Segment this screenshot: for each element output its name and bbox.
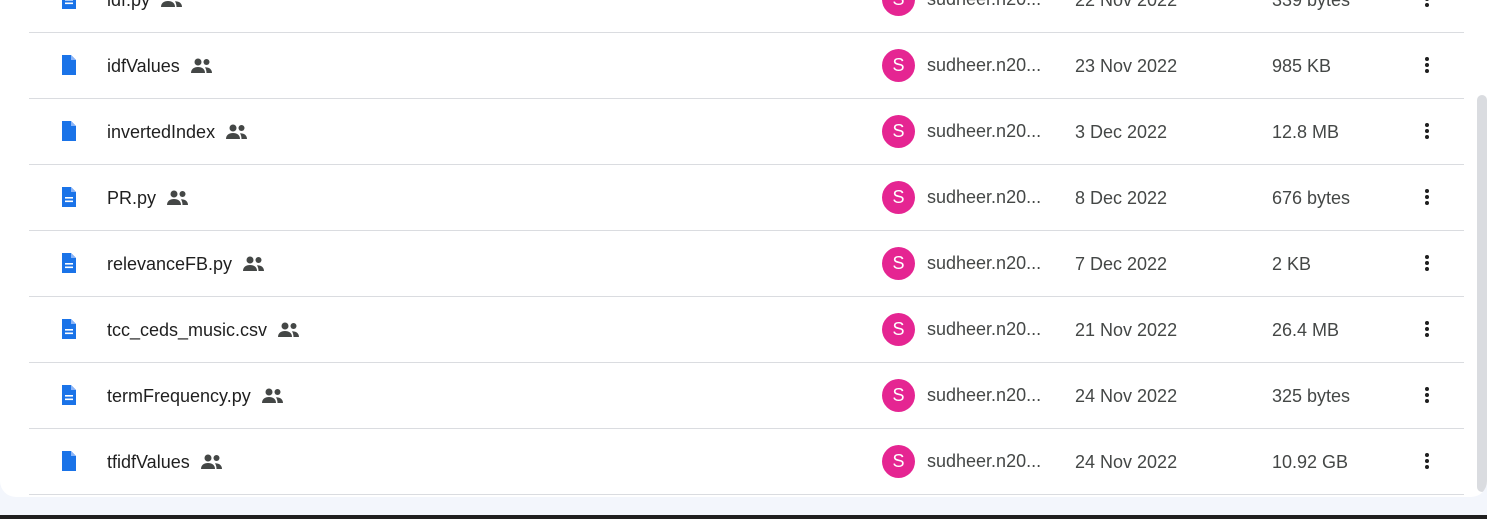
file-size: 325 bytes	[1272, 386, 1351, 406]
owner: Ssudheer.n20...	[882, 0, 1041, 16]
file-list-panel: idf.py Ssudheer.n20... 22 Nov 2022 339 b…	[0, 0, 1487, 497]
more-vert-icon	[1425, 57, 1429, 73]
shared-people-icon	[200, 454, 222, 469]
file-row[interactable]: PR.py Ssudheer.n20... 8 Dec 2022 676 byt…	[29, 165, 1464, 231]
owner-name: sudheer.n20...	[927, 319, 1042, 339]
file-list: idf.py Ssudheer.n20... 22 Nov 2022 339 b…	[29, 0, 1464, 495]
more-actions-button[interactable]	[1415, 251, 1439, 275]
doc-file-icon	[62, 253, 76, 273]
more-actions-button[interactable]	[1415, 383, 1439, 407]
shared-people-icon	[167, 190, 189, 205]
file-row[interactable]: tfidfValues Ssudheer.n20... 24 Nov 2022 …	[29, 429, 1464, 495]
owner-name: sudheer.n20...	[927, 385, 1042, 405]
file-name[interactable]: invertedIndex	[107, 121, 215, 143]
more-actions-button[interactable]	[1415, 0, 1439, 11]
owner-name: sudheer.n20...	[927, 451, 1042, 471]
shared-people-icon	[226, 124, 248, 139]
file-name[interactable]: idfValues	[107, 55, 180, 77]
shared-people-icon	[161, 1, 183, 7]
file-row[interactable]: relevanceFB.py Ssudheer.n20... 7 Dec 202…	[29, 231, 1464, 297]
owner-name: sudheer.n20...	[927, 55, 1042, 75]
file-name[interactable]: tfidfValues	[107, 451, 190, 473]
more-actions-button[interactable]	[1415, 185, 1439, 209]
file-size: 2 KB	[1272, 254, 1312, 274]
avatar: S	[882, 115, 915, 148]
more-vert-icon	[1425, 123, 1429, 139]
file-icon	[62, 451, 76, 471]
owner: Ssudheer.n20...	[882, 379, 1041, 412]
more-actions-button[interactable]	[1415, 119, 1439, 143]
owner: Ssudheer.n20...	[882, 181, 1041, 214]
more-actions-button[interactable]	[1415, 53, 1439, 77]
vertical-scrollbar[interactable]	[1477, 95, 1487, 492]
more-actions-button[interactable]	[1415, 317, 1439, 341]
doc-file-icon	[62, 319, 76, 339]
file-name[interactable]: idf.py	[107, 0, 150, 11]
avatar: S	[882, 181, 915, 214]
owner: Ssudheer.n20...	[882, 115, 1041, 148]
more-vert-icon	[1425, 321, 1429, 337]
modified-date: 21 Nov 2022	[1075, 320, 1178, 340]
file-name[interactable]: PR.py	[107, 187, 156, 209]
file-name[interactable]: relevanceFB.py	[107, 253, 232, 275]
avatar: S	[882, 49, 915, 82]
doc-file-icon	[62, 385, 76, 405]
file-size: 339 bytes	[1272, 0, 1351, 10]
owner: Ssudheer.n20...	[882, 445, 1041, 478]
modified-date: 24 Nov 2022	[1075, 386, 1178, 406]
modified-date: 24 Nov 2022	[1075, 452, 1178, 472]
modified-date: 3 Dec 2022	[1075, 122, 1168, 142]
owner-name: sudheer.n20...	[927, 187, 1042, 207]
more-vert-icon	[1425, 0, 1429, 7]
more-vert-icon	[1425, 255, 1429, 271]
file-size: 26.4 MB	[1272, 320, 1340, 340]
modified-date: 8 Dec 2022	[1075, 188, 1168, 208]
avatar: S	[882, 0, 915, 16]
file-row[interactable]: invertedIndex Ssudheer.n20... 3 Dec 2022…	[29, 99, 1464, 165]
owner: Ssudheer.n20...	[882, 247, 1041, 280]
file-size: 676 bytes	[1272, 188, 1351, 208]
file-row[interactable]: termFrequency.py Ssudheer.n20... 24 Nov …	[29, 363, 1464, 429]
file-name[interactable]: tcc_ceds_music.csv	[107, 319, 267, 341]
window-bottom-edge	[0, 515, 1487, 519]
shared-people-icon	[243, 256, 265, 271]
owner: Ssudheer.n20...	[882, 313, 1041, 346]
avatar: S	[882, 313, 915, 346]
avatar: S	[882, 379, 915, 412]
file-icon	[62, 55, 76, 75]
file-row[interactable]: idfValues Ssudheer.n20... 23 Nov 2022 98…	[29, 33, 1464, 99]
more-vert-icon	[1425, 387, 1429, 403]
file-size: 985 KB	[1272, 56, 1332, 76]
doc-file-icon	[62, 187, 76, 207]
owner-name: sudheer.n20...	[927, 253, 1042, 273]
owner-name: sudheer.n20...	[927, 121, 1042, 141]
more-vert-icon	[1425, 453, 1429, 469]
more-vert-icon	[1425, 189, 1429, 205]
shared-people-icon	[278, 322, 300, 337]
file-size: 10.92 GB	[1272, 452, 1349, 472]
avatar: S	[882, 247, 915, 280]
file-row[interactable]: idf.py Ssudheer.n20... 22 Nov 2022 339 b…	[29, 0, 1464, 33]
modified-date: 22 Nov 2022	[1075, 0, 1178, 10]
modified-date: 7 Dec 2022	[1075, 254, 1168, 274]
modified-date: 23 Nov 2022	[1075, 56, 1178, 76]
owner-name: sudheer.n20...	[927, 0, 1041, 10]
more-actions-button[interactable]	[1415, 449, 1439, 473]
file-row[interactable]: tcc_ceds_music.csv Ssudheer.n20... 21 No…	[29, 297, 1464, 363]
owner: Ssudheer.n20...	[882, 49, 1041, 82]
doc-file-icon	[62, 0, 76, 9]
file-icon	[62, 121, 76, 141]
avatar: S	[882, 445, 915, 478]
file-size: 12.8 MB	[1272, 122, 1340, 142]
file-name[interactable]: termFrequency.py	[107, 385, 251, 407]
shared-people-icon	[190, 58, 212, 73]
shared-people-icon	[261, 388, 283, 403]
